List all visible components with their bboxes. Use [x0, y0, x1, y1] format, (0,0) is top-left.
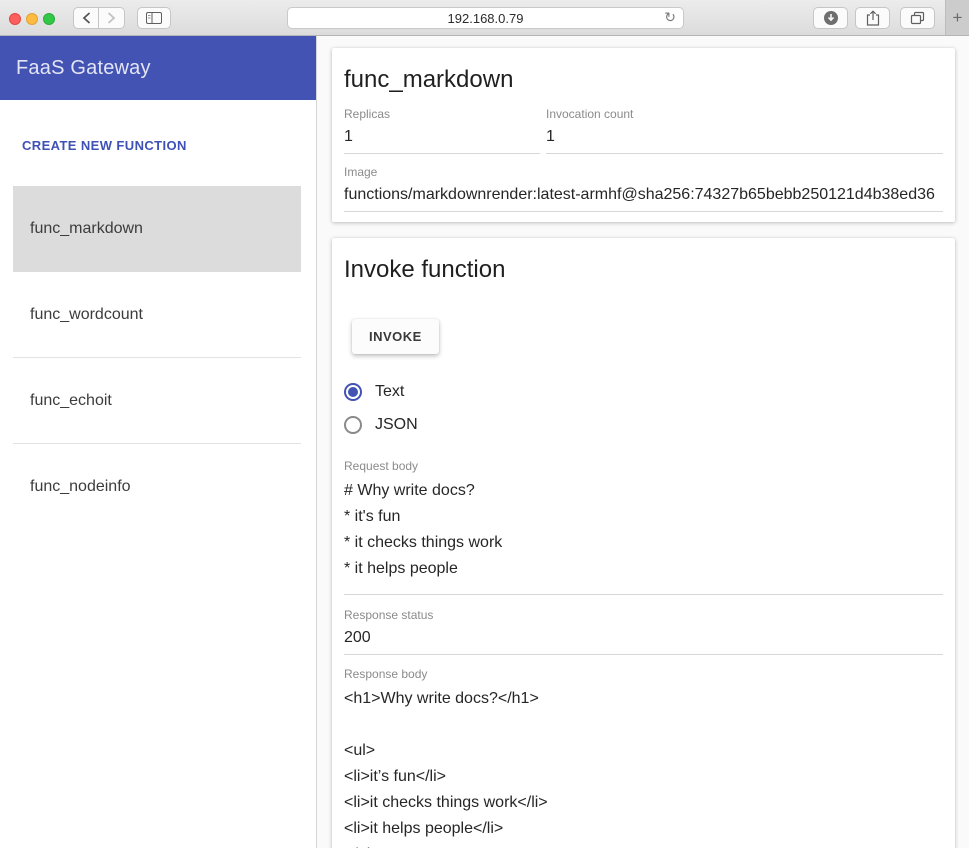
image-value: functions/markdownrender:latest-armhf@sh… — [344, 186, 943, 204]
request-line: * it's fun — [344, 504, 943, 530]
create-new-function-button[interactable]: CREATE NEW FUNCTION — [22, 138, 187, 153]
request-body-input[interactable]: # Why write docs? * it's fun * it checks… — [344, 478, 943, 595]
request-body-label: Request body — [344, 459, 943, 473]
invocation-count-field: Invocation count 1 — [546, 107, 943, 154]
invoke-function-card: Invoke function INVOKE Text JSON Request… — [332, 238, 955, 848]
function-detail-card: func_markdown Replicas 1 Invocation coun… — [332, 48, 955, 222]
downloads-button[interactable] — [813, 7, 848, 29]
app-header: FaaS Gateway — [0, 36, 316, 100]
response-line: <li>it checks things work</li> — [344, 790, 943, 816]
new-tab-button[interactable]: + — [945, 0, 969, 35]
request-line: * it checks things work — [344, 530, 943, 556]
radio-json[interactable]: JSON — [344, 416, 943, 434]
tabs-icon — [910, 11, 925, 25]
function-name: func_echoit — [30, 392, 112, 410]
request-line: # Why write docs? — [344, 478, 943, 504]
invoke-card-title: Invoke function — [344, 256, 943, 284]
radio-json-label: JSON — [375, 416, 418, 434]
zoom-window-button[interactable] — [43, 13, 55, 25]
back-chevron-icon — [82, 12, 91, 24]
sidebar: FaaS Gateway CREATE NEW FUNCTION func_ma… — [0, 36, 317, 848]
nav-buttons — [73, 7, 125, 29]
function-list-item-markdown[interactable]: func_markdown — [13, 186, 301, 272]
function-name: func_wordcount — [30, 306, 143, 324]
download-icon — [823, 10, 839, 26]
image-label: Image — [344, 165, 943, 179]
plus-icon: + — [953, 8, 963, 28]
replicas-field: Replicas 1 — [344, 107, 540, 154]
image-field: Image functions/markdownrender:latest-ar… — [344, 165, 943, 212]
share-icon — [866, 10, 880, 26]
invoke-button[interactable]: INVOKE — [352, 319, 439, 354]
function-name: func_nodeinfo — [30, 478, 131, 496]
response-line: <li>it’s fun</li> — [344, 764, 943, 790]
main-content: func_markdown Replicas 1 Invocation coun… — [317, 36, 969, 848]
radio-text-label: Text — [375, 383, 404, 401]
share-button[interactable] — [855, 7, 890, 29]
response-line: <li>it helps people</li> — [344, 816, 943, 842]
close-window-button[interactable] — [9, 13, 21, 25]
show-all-tabs-button[interactable] — [900, 7, 935, 29]
url-text: 192.168.0.79 — [448, 11, 524, 26]
function-list-item-nodeinfo[interactable]: func_nodeinfo — [13, 444, 301, 530]
request-line: * it helps people — [344, 556, 943, 582]
function-title: func_markdown — [344, 66, 943, 94]
response-line: </ul> — [344, 842, 943, 848]
function-list-item-echoit[interactable]: func_echoit — [13, 358, 301, 444]
sidebar-icon — [146, 12, 162, 24]
response-line: <ul> — [344, 738, 943, 764]
forward-chevron-icon — [107, 12, 116, 24]
radio-unselected-icon[interactable] — [344, 416, 362, 434]
window-controls — [9, 13, 55, 25]
response-body-label: Response body — [344, 667, 943, 681]
address-bar[interactable]: 192.168.0.79 ↻ — [287, 7, 684, 29]
radio-text[interactable]: Text — [344, 383, 943, 401]
invocation-count-label: Invocation count — [546, 107, 943, 121]
response-status-label: Response status — [344, 608, 943, 622]
back-button[interactable] — [73, 7, 99, 29]
function-name: func_markdown — [30, 220, 143, 238]
content-type-radios: Text JSON — [344, 383, 943, 434]
reload-icon[interactable]: ↻ — [664, 9, 676, 26]
radio-selected-icon[interactable] — [344, 383, 362, 401]
response-status-field: 200 — [344, 625, 943, 655]
forward-button[interactable] — [99, 7, 125, 29]
browser-toolbar: 192.168.0.79 ↻ + — [0, 0, 969, 36]
response-line — [344, 712, 943, 738]
replicas-label: Replicas — [344, 107, 540, 121]
function-stats-row: Replicas 1 Invocation count 1 — [344, 107, 943, 154]
response-body-field: <h1>Why write docs?</h1> <ul> <li>it’s f… — [344, 686, 943, 848]
response-status-value: 200 — [344, 625, 943, 651]
function-list: func_markdown func_wordcount func_echoit… — [13, 186, 301, 530]
function-list-item-wordcount[interactable]: func_wordcount — [13, 272, 301, 358]
minimize-window-button[interactable] — [26, 13, 38, 25]
response-line: <h1>Why write docs?</h1> — [344, 686, 943, 712]
replicas-value: 1 — [344, 128, 540, 146]
invocation-count-value: 1 — [546, 128, 943, 146]
app-title: FaaS Gateway — [16, 57, 151, 80]
faas-gateway-app: FaaS Gateway CREATE NEW FUNCTION func_ma… — [0, 36, 969, 848]
sidebar-toggle-button[interactable] — [137, 7, 171, 29]
